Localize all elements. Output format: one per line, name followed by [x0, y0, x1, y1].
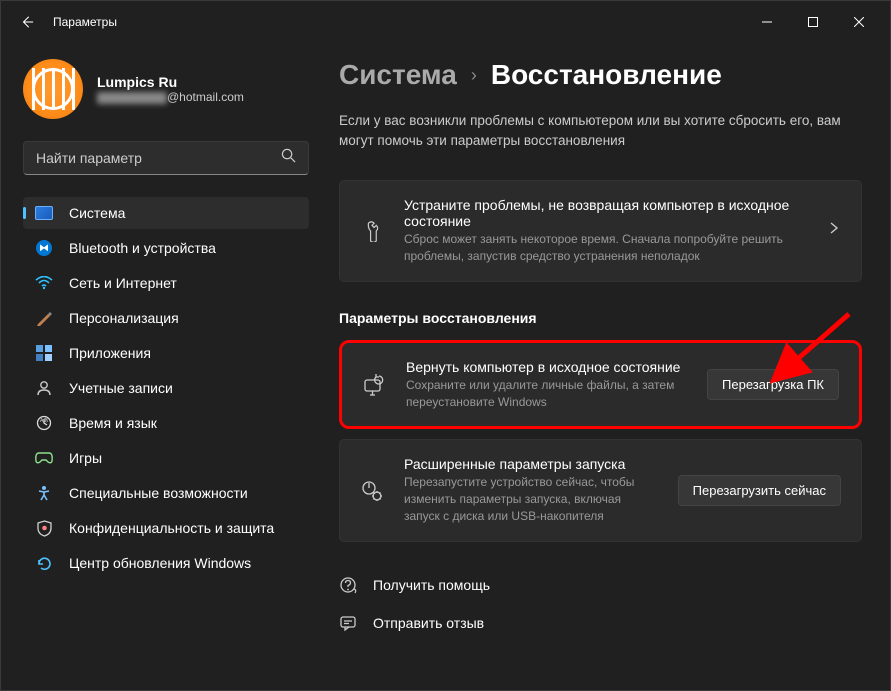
search-icon	[281, 148, 296, 168]
back-button[interactable]	[9, 4, 45, 40]
sidebar: Lumpics Ru @hotmail.com Система ⧓ Blueto…	[1, 43, 321, 690]
page-subtitle: Если у вас возникли проблемы с компьютер…	[339, 111, 859, 150]
close-button[interactable]	[836, 6, 882, 38]
profile-section[interactable]: Lumpics Ru @hotmail.com	[23, 51, 309, 119]
power-gear-icon	[360, 479, 384, 503]
minimize-button[interactable]	[744, 6, 790, 38]
recovery-section-heading: Параметры восстановления	[339, 310, 862, 326]
privacy-icon	[35, 519, 53, 537]
sidebar-item-update[interactable]: Центр обновления Windows	[23, 547, 309, 579]
troubleshoot-desc: Сброс может занять некоторое время. Снач…	[404, 231, 807, 265]
main-content: Система › Восстановление Если у вас возн…	[321, 43, 890, 690]
search-box[interactable]	[23, 141, 309, 175]
titlebar: Параметры	[1, 1, 890, 43]
personalization-icon	[35, 309, 53, 327]
sidebar-item-privacy[interactable]: Конфиденциальность и защита	[23, 512, 309, 544]
sidebar-item-bluetooth[interactable]: ⧓ Bluetooth и устройства	[23, 232, 309, 264]
avatar	[23, 59, 83, 119]
accessibility-icon	[35, 484, 53, 502]
apps-icon	[35, 344, 53, 362]
help-icon	[339, 576, 357, 594]
gaming-icon	[35, 449, 53, 467]
chevron-right-icon[interactable]	[827, 221, 841, 240]
advanced-title: Расширенные параметры запуска	[404, 456, 658, 472]
troubleshoot-card[interactable]: Устраните проблемы, не возвращая компьют…	[339, 180, 862, 282]
profile-name: Lumpics Ru	[97, 74, 244, 90]
sidebar-item-system[interactable]: Система	[23, 197, 309, 229]
reset-desc: Сохраните или удалите личные файлы, а за…	[406, 377, 687, 411]
sidebar-item-gaming[interactable]: Игры	[23, 442, 309, 474]
svg-text:Aあ: Aあ	[40, 418, 48, 424]
update-icon	[35, 554, 53, 572]
bluetooth-icon: ⧓	[35, 239, 53, 257]
sidebar-item-apps[interactable]: Приложения	[23, 337, 309, 369]
feedback-link[interactable]: Отправить отзыв	[339, 610, 862, 636]
sidebar-item-network[interactable]: Сеть и Интернет	[23, 267, 309, 299]
advanced-startup-card: Расширенные параметры запуска Перезапуст…	[339, 439, 862, 541]
profile-email: @hotmail.com	[97, 90, 244, 104]
feedback-icon	[339, 614, 357, 632]
sidebar-item-personalization[interactable]: Персонализация	[23, 302, 309, 334]
reset-title: Вернуть компьютер в исходное состояние	[406, 359, 687, 375]
reset-pc-button[interactable]: Перезагрузка ПК	[707, 369, 839, 400]
reset-icon	[362, 373, 386, 397]
time-icon: Aあ	[35, 414, 53, 432]
advanced-desc: Перезапустите устройство сейчас, чтобы и…	[404, 474, 658, 524]
nav-list: Система ⧓ Bluetooth и устройства Сеть и …	[23, 197, 309, 579]
restart-now-button[interactable]: Перезагрузить сейчас	[678, 475, 841, 506]
network-icon	[35, 274, 53, 292]
system-icon	[35, 204, 53, 222]
window-controls	[744, 6, 882, 38]
sidebar-item-accessibility[interactable]: Специальные возможности	[23, 477, 309, 509]
troubleshoot-title: Устраните проблемы, не возвращая компьют…	[404, 197, 807, 229]
chevron-right-icon: ›	[471, 65, 477, 86]
wrench-icon	[360, 219, 384, 243]
search-input[interactable]	[36, 150, 281, 166]
breadcrumb-current: Восстановление	[491, 59, 722, 91]
breadcrumb: Система › Восстановление	[339, 59, 862, 91]
maximize-button[interactable]	[790, 6, 836, 38]
sidebar-item-accounts[interactable]: Учетные записи	[23, 372, 309, 404]
window-title: Параметры	[53, 15, 117, 29]
reset-pc-card: Вернуть компьютер в исходное состояние С…	[339, 340, 862, 430]
accounts-icon	[35, 379, 53, 397]
sidebar-item-time[interactable]: Aあ Время и язык	[23, 407, 309, 439]
breadcrumb-parent[interactable]: Система	[339, 59, 457, 91]
get-help-link[interactable]: Получить помощь	[339, 572, 862, 598]
